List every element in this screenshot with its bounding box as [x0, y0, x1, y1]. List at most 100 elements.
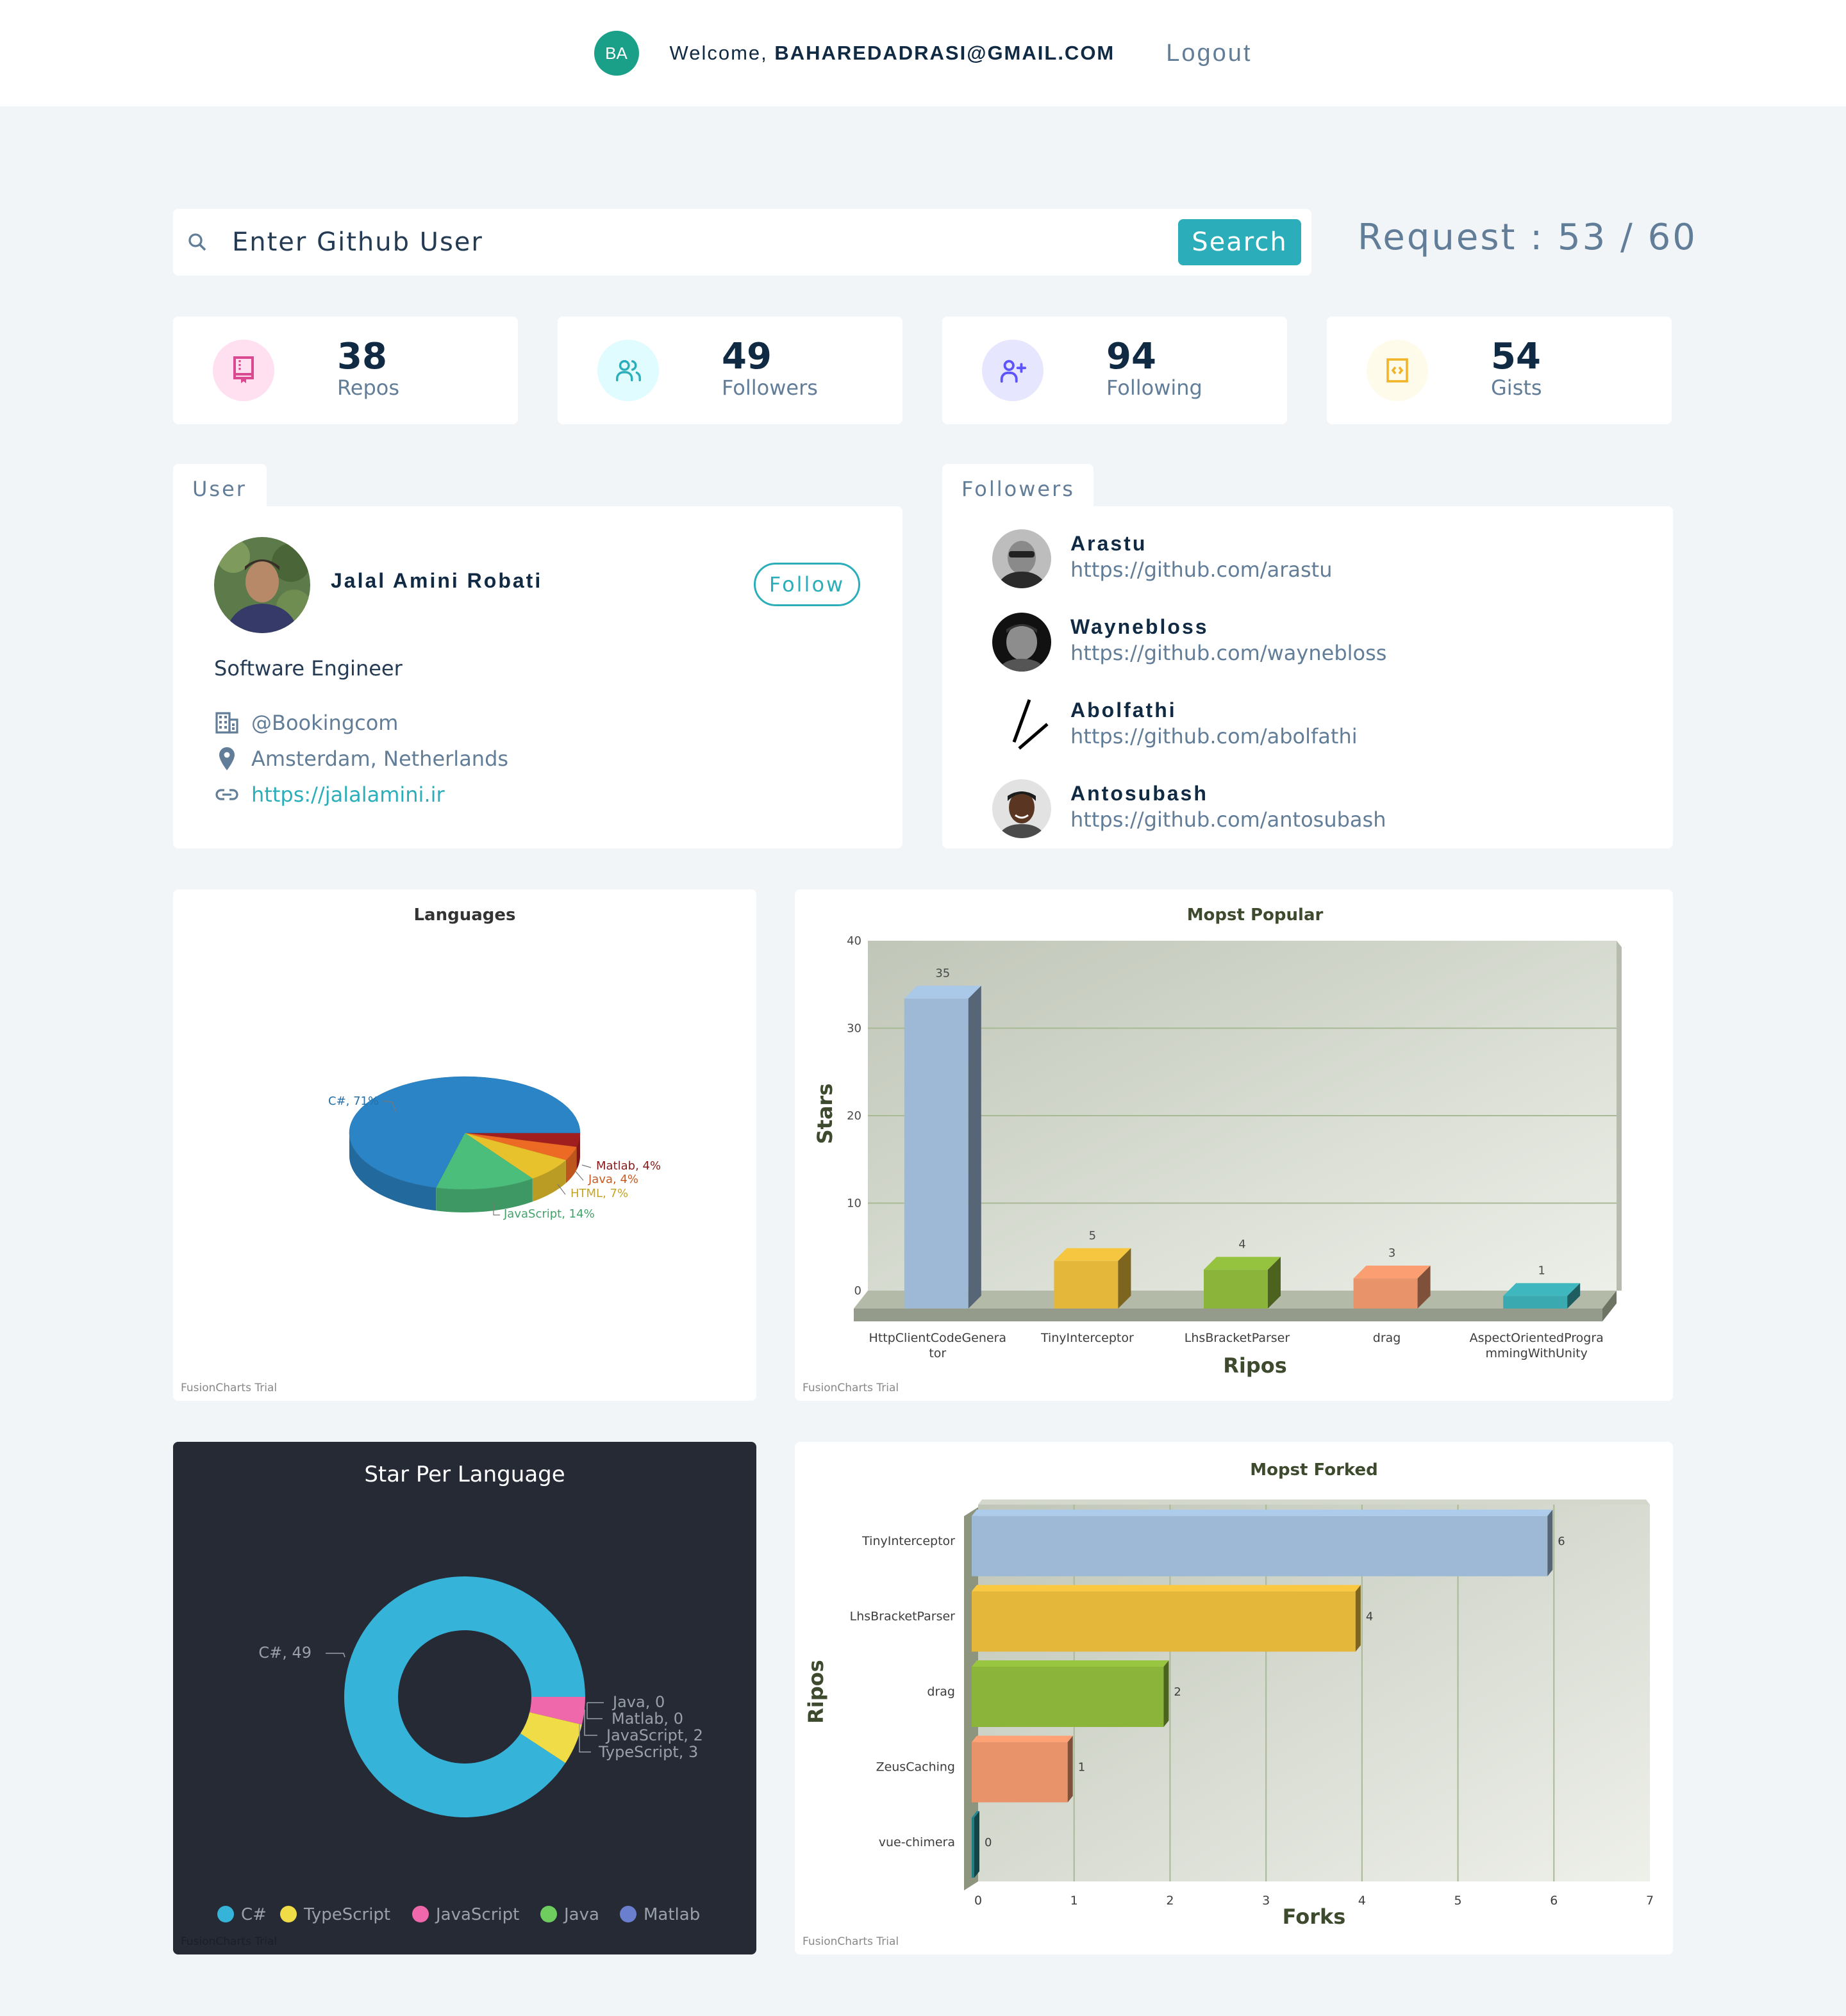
x-tick-label: 0 [974, 1894, 982, 1908]
avatar-initials: BA [605, 43, 628, 63]
follower-item[interactable]: Arastu https://github.com/arastu [992, 529, 1569, 593]
x-tick-label: 6 [1550, 1894, 1558, 1908]
doughnut-data-label: Matlab, 0 [611, 1710, 683, 1728]
follower-item[interactable]: Abolfathi https://github.com/abolfathi [992, 696, 1569, 760]
legend-item[interactable]: TypeScript [280, 1905, 390, 1924]
blog-link[interactable]: https://jalalamini.ir [251, 782, 445, 807]
top-nav: BA Welcome, BAHAREDADRASI@GMAIL.COM Logo… [0, 0, 1846, 106]
doughnut-data-label: JavaScript, 2 [605, 1726, 703, 1744]
y-tick-label: ZeusCaching [876, 1760, 955, 1774]
data-label: 0 [985, 1836, 992, 1849]
follower-name: Abolfathi [1070, 698, 1177, 722]
legend-marker [412, 1906, 429, 1922]
doughnut-data-label: C#, 49 [258, 1644, 312, 1662]
stat-value: 49 [722, 336, 772, 377]
stat-label: Repos [337, 376, 400, 400]
tab-user: User [173, 464, 267, 509]
doughnut-data-label: TypeScript, 3 [598, 1743, 698, 1761]
bar [972, 1516, 1548, 1576]
star-per-language-chart-card: Star Per Language C#, 49 Java, 0 Matlab, 0J… [173, 1442, 756, 1954]
stat-value: 54 [1491, 336, 1541, 377]
legend-item[interactable]: C# [217, 1905, 267, 1924]
chart-watermark: FusionCharts Trial [802, 1382, 899, 1394]
data-label: 6 [1558, 1535, 1565, 1548]
stat-card-followers: 49 Followers [558, 317, 902, 424]
stat-card-following: 94 Following [942, 317, 1287, 424]
data-label: 1 [1538, 1264, 1545, 1277]
x-axis-title: Ripos [1223, 1353, 1287, 1378]
follower-url[interactable]: https://github.com/waynebloss [1070, 641, 1386, 665]
user-card: Jalal Amini Robati Follow Software Engin… [173, 506, 902, 848]
y-tick-label: vue-chimera [879, 1835, 955, 1849]
chart-title: Star Per Language [364, 1462, 565, 1487]
legend-label: JavaScript [435, 1905, 519, 1924]
legend-item[interactable]: JavaScript [412, 1905, 519, 1924]
legend-item[interactable]: Matlab [620, 1905, 700, 1924]
floor-front [854, 1309, 1602, 1321]
welcome-text: Welcome, BAHAREDADRASI@GMAIL.COM [670, 42, 1115, 65]
pie-data-label: Java, 4% [588, 1173, 638, 1186]
tab-followers: Followers [942, 464, 1093, 509]
legend-marker [620, 1906, 636, 1922]
user-avatar-photo [214, 537, 310, 633]
legend-label: C# [241, 1905, 267, 1924]
bar-top [972, 1735, 1073, 1742]
stat-label: Gists [1491, 376, 1542, 400]
legend-item[interactable]: Java [540, 1905, 599, 1924]
bar [1204, 1269, 1268, 1309]
follower-avatar [992, 696, 1051, 755]
request-counter: Request : 53 / 60 [1358, 217, 1697, 258]
x-tick-label: 3 [1262, 1894, 1270, 1908]
location-text: Amsterdam, Netherlands [251, 747, 509, 771]
plot-top-edge [978, 1500, 1650, 1505]
follow-button[interactable]: Follow [754, 563, 860, 606]
follower-item[interactable]: Antosubash https://github.com/antosubash [992, 779, 1569, 843]
x-tick-label: 1 [1070, 1894, 1078, 1908]
follower-url[interactable]: https://github.com/arastu [1070, 558, 1333, 582]
company-text: @Bookingcom [251, 711, 399, 735]
search-button[interactable]: Search [1178, 219, 1301, 265]
stat-value: 38 [337, 336, 387, 377]
repo-book-icon [213, 340, 274, 401]
github-user-input[interactable] [232, 222, 1065, 263]
stat-card-gists: 54 Gists [1327, 317, 1672, 424]
follower-name: Antosubash [1070, 782, 1208, 805]
stat-card-repos: 38 Repos [173, 317, 518, 424]
chart-title: Languages [413, 905, 515, 925]
user-avatar[interactable]: BA [594, 31, 639, 76]
logout-button[interactable]: Logout [1166, 40, 1252, 67]
doughnut-slice [344, 1576, 585, 1817]
stat-label: Following [1106, 376, 1202, 400]
x-tick-label: 7 [1646, 1894, 1654, 1908]
languages-chart-card: Languages C#, 71% JavaScript, 14% HTML, 7% J… [173, 889, 756, 1401]
location-pin-icon [214, 746, 240, 772]
x-tick-label: HttpClientCodeGenera [869, 1331, 1007, 1345]
legend-label: Java [563, 1905, 599, 1924]
doughnut-label-connector [586, 1703, 603, 1719]
bar-top [972, 1585, 1361, 1592]
pie-data-label: Matlab, 4% [596, 1159, 661, 1173]
data-label: 35 [935, 966, 950, 980]
x-tick-label: tor [929, 1346, 946, 1360]
x-tick-label: mmingWithUnity [1485, 1346, 1587, 1360]
data-label: 4 [1238, 1237, 1245, 1251]
user-blog: https://jalalamini.ir [214, 782, 445, 807]
bar-top [1353, 1266, 1431, 1279]
bar [1503, 1296, 1568, 1309]
languages-chart: Languages C#, 71% JavaScript, 14% HTML, 7%J… [328, 905, 661, 1221]
doughnut-label-connector [579, 1724, 591, 1753]
legend-marker [280, 1906, 297, 1922]
plot-side-wall [1617, 941, 1622, 1291]
data-label: 4 [1366, 1610, 1373, 1623]
x-tick-label: 4 [1358, 1894, 1366, 1908]
follower-url[interactable]: https://github.com/antosubash [1070, 807, 1386, 832]
follower-url[interactable]: https://github.com/abolfathi [1070, 724, 1358, 748]
data-label: 1 [1078, 1761, 1085, 1774]
most-popular-chart: Mopst Popular01020304035HttpClientCodeGe… [813, 905, 1622, 1378]
bar-top [904, 986, 981, 999]
follower-item[interactable]: Waynebloss https://github.com/waynebloss [992, 613, 1569, 677]
pie-label-connector [575, 1171, 584, 1181]
y-axis-title: Ripos [804, 1660, 828, 1724]
user-bio: Software Engineer [214, 656, 403, 681]
chart-title: Mopst Forked [1250, 1460, 1378, 1480]
